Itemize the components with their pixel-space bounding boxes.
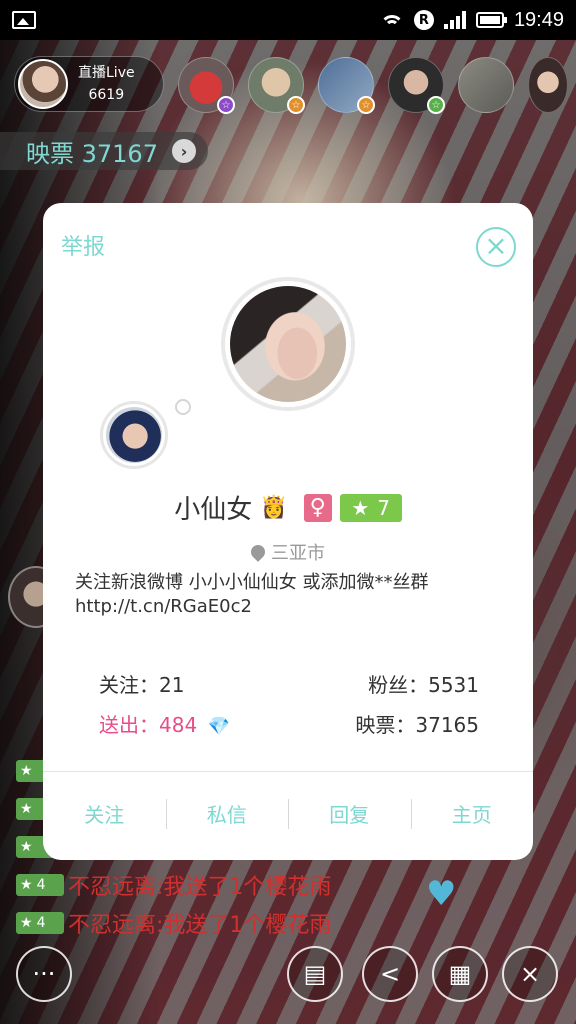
female-icon: ♀ <box>303 493 332 522</box>
viewer-avatar[interactable]: ☆ <box>318 57 375 114</box>
wifi-icon <box>379 11 404 29</box>
viewer-avatar[interactable] <box>458 57 514 113</box>
viewer-avatar[interactable]: ☆ <box>248 57 305 114</box>
viewer-level-icon: ☆ <box>287 96 305 114</box>
heart-icon: ♥ <box>426 874 457 914</box>
action-bar: 关注 私信 回复 主页 <box>43 783 533 843</box>
host-pill[interactable]: 直播Live 6619 <box>14 56 164 112</box>
gift-button[interactable]: ▦ <box>432 946 488 1002</box>
host-label: 直播Live <box>78 65 135 81</box>
profile-photo <box>230 286 346 402</box>
reply-button[interactable]: 回复 <box>288 798 411 829</box>
chat-text: 不忍远离:我送了1个樱花雨 <box>68 913 332 938</box>
viewer-level-icon: ☆ <box>427 96 445 114</box>
divider <box>43 771 533 772</box>
status-right: R 19:49 <box>379 8 564 32</box>
profile-bio: 关注新浪微博 小小小仙仙女 或添加微**丝群 http://t.cn/RGaE0… <box>75 572 429 617</box>
star-icon: ★ <box>20 801 33 817</box>
sent-label: 送出：484 <box>99 712 198 737</box>
location-pin-icon <box>248 542 268 562</box>
following-count[interactable]: 关注：21 <box>99 669 184 698</box>
follow-button[interactable]: 关注 <box>43 799 166 828</box>
profile-card: 举报 × 小仙女 👸 ♀ ★ 7 三亚市 关注新浪微博 小小小仙仙女 或添加微*… <box>43 203 533 860</box>
star-icon: ★ <box>20 877 33 893</box>
stat-row: 关注：21 粉丝：5531 <box>99 663 479 703</box>
sent-count: 送出：484 💎 <box>99 709 230 738</box>
viewer-avatar[interactable] <box>528 57 568 113</box>
profile-name: 小仙女 <box>174 495 253 525</box>
name-row: 小仙女 👸 ♀ ★ 7 <box>43 489 533 526</box>
chat-level: 4 <box>36 915 46 931</box>
star-icon: ★ <box>351 495 370 520</box>
report-button[interactable]: 举报 <box>61 229 105 261</box>
thought-bubble <box>175 399 191 415</box>
viewer-photo <box>106 407 162 463</box>
chat-level-badge: ★ 4 <box>16 874 64 896</box>
chat-level: 4 <box>36 877 46 893</box>
viewer-list: ☆ ☆ ☆ ☆ <box>178 57 568 114</box>
status-bar: R 19:49 <box>0 0 576 40</box>
close-icon[interactable]: × <box>476 227 516 267</box>
status-time: 19:49 <box>513 8 564 31</box>
profile-avatar[interactable] <box>221 277 355 411</box>
viewer-avatar[interactable]: ☆ <box>388 57 445 114</box>
chat-line: ★ 4 不忍远离:我送了1个樱花雨 <box>16 904 331 942</box>
location-text: 三亚市 <box>271 543 325 564</box>
tickets-count: 映票：37165 <box>355 712 479 737</box>
danmu-button[interactable]: ▤ <box>287 946 343 1002</box>
star-icon: ★ <box>20 763 33 779</box>
viewer-level-icon: ☆ <box>357 96 375 114</box>
ticket-label: 映票 37167 <box>26 139 158 168</box>
chat-text: 不忍远离:我送了1个樱花雨 <box>68 875 332 900</box>
chat-line: ★ 4 不忍远离:我送了1个樱花雨 <box>16 866 331 904</box>
princess-icon: 👸 <box>260 495 288 520</box>
chat-button[interactable]: ··· <box>16 946 72 1002</box>
fans-count[interactable]: 粉丝：5531 <box>368 669 479 698</box>
host-avatar[interactable] <box>18 59 68 109</box>
chat-level-badge: ★ 4 <box>16 912 64 934</box>
image-notification-icon <box>12 11 36 29</box>
level-badge: ★ 7 <box>339 493 402 522</box>
level-value: 7 <box>377 495 391 520</box>
message-button[interactable]: 私信 <box>165 798 289 829</box>
homepage-button[interactable]: 主页 <box>410 798 534 829</box>
diamond-icon: 💎 <box>207 715 230 737</box>
chevron-right-icon: › <box>171 139 196 163</box>
signal-icon <box>443 11 466 29</box>
viewer-avatar[interactable]: ☆ <box>178 57 235 114</box>
host-info: 直播Live 6619 <box>78 62 135 106</box>
star-icon: ★ <box>20 839 33 855</box>
viewer-small-avatar <box>100 401 168 469</box>
viewer-level-icon: ☆ <box>217 96 235 114</box>
stats: 关注：21 粉丝：5531 送出：484 💎 映票：37165 <box>99 663 479 743</box>
share-button[interactable]: < <box>362 946 418 1002</box>
stat-row: 送出：484 💎 映票：37165 <box>99 703 479 743</box>
location-row: 三亚市 <box>43 539 533 565</box>
roaming-icon: R <box>413 10 434 30</box>
battery-icon <box>475 12 507 28</box>
ticket-pill[interactable]: 映票 37167 › <box>0 132 208 170</box>
bottom-bar: ··· ▤ < ▦ × <box>0 946 576 1006</box>
host-count: 6619 <box>88 87 125 103</box>
close-live-button[interactable]: × <box>502 946 558 1002</box>
star-icon: ★ <box>20 915 33 931</box>
